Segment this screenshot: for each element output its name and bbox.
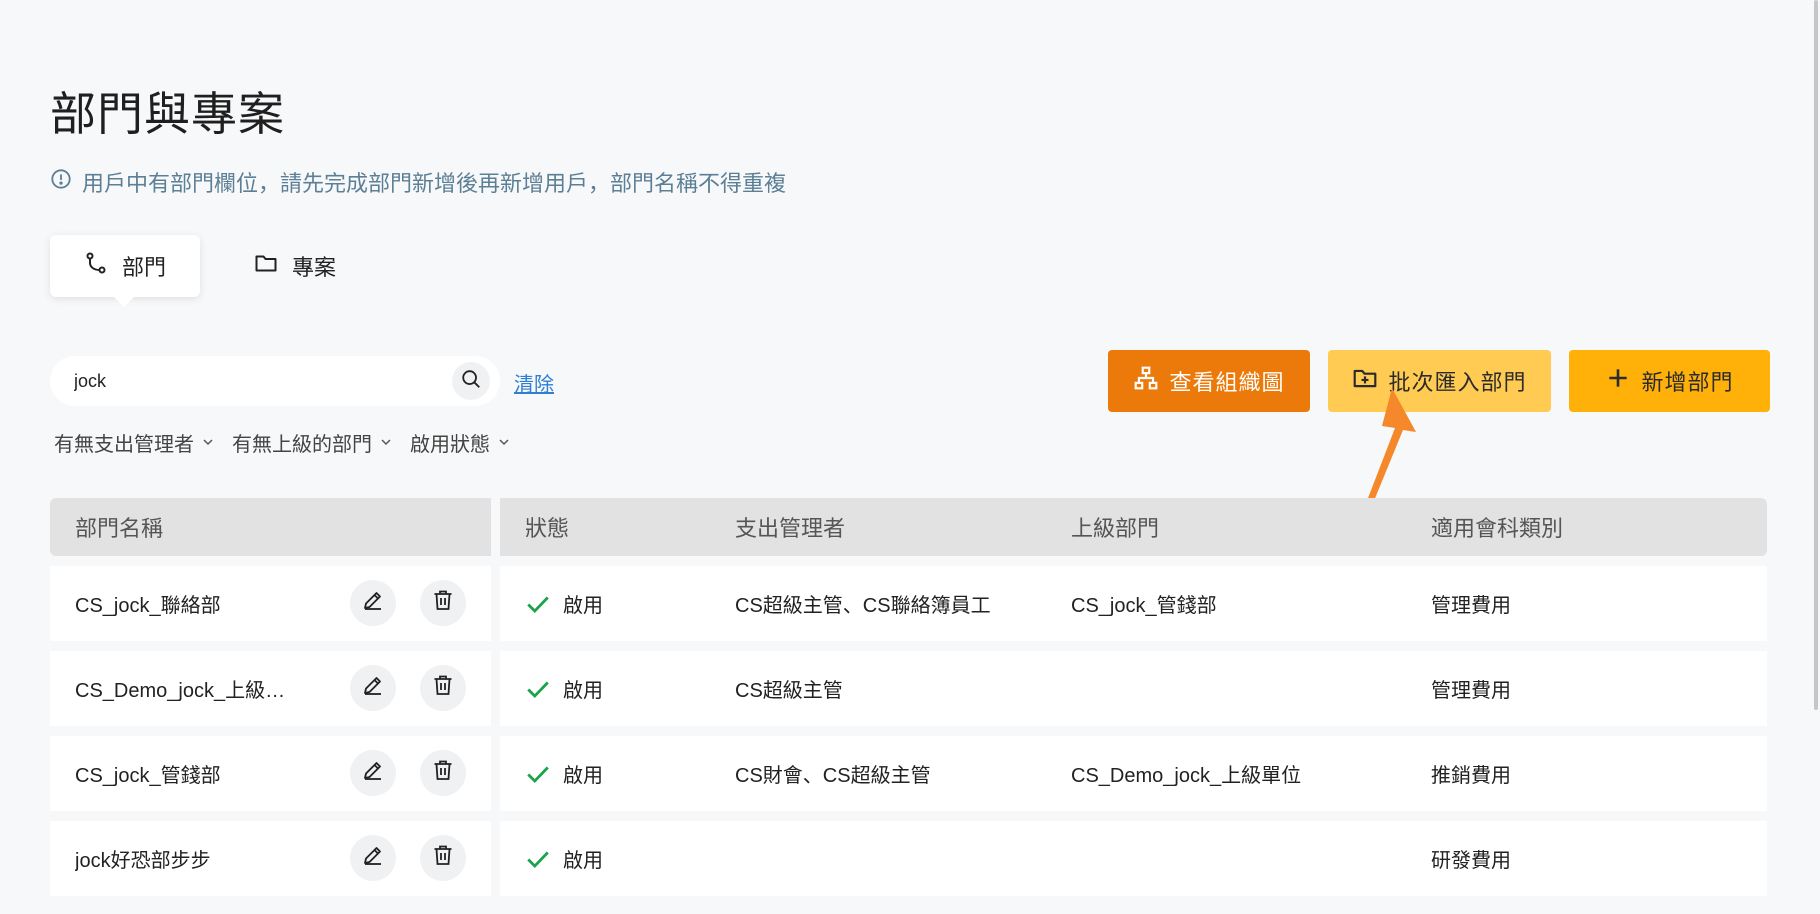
filter-label: 有無支出管理者: [54, 434, 194, 456]
filter-status[interactable]: 啟用狀態: [410, 428, 510, 457]
chevron-down-icon: [380, 431, 392, 454]
filter-parent-department[interactable]: 有無上級的部門: [232, 428, 392, 457]
departments-table: 部門名稱 狀態 支出管理者 上級部門 適用會科類別 CS_jock_聯絡部 啟用…: [50, 498, 1767, 906]
edit-button[interactable]: [350, 580, 396, 626]
search-button[interactable]: [452, 362, 490, 400]
department-project-page: 部門與專案 用戶中有部門欄位，請先完成部門新增後再新增用戶，部門名稱不得重複 部…: [50, 0, 1770, 914]
status-text: 啟用: [563, 680, 603, 702]
page-title: 部門與專案: [50, 88, 285, 140]
tab-label: 專案: [292, 255, 337, 280]
org-chart-icon: [1133, 365, 1159, 397]
status-text: 啟用: [563, 595, 603, 617]
pencil-icon: [361, 758, 385, 788]
row-name-cell: jock好恐部步步: [50, 821, 491, 896]
check-icon: [525, 846, 551, 872]
parent-cell: CS_jock_管錢部: [1071, 595, 1217, 617]
header-category: 適用會科類別: [1431, 516, 1564, 541]
parent-cell: CS_Demo_jock_上級單位: [1071, 765, 1302, 787]
edit-button[interactable]: [350, 665, 396, 711]
plus-icon: [1605, 365, 1631, 397]
pencil-icon: [361, 843, 385, 873]
scrollbar[interactable]: [1814, 0, 1818, 710]
filter-bar: 有無支出管理者 有無上級的部門 啟用狀態: [54, 428, 510, 457]
delete-button[interactable]: [420, 665, 466, 711]
check-icon: [525, 761, 551, 787]
notice-text: 用戶中有部門欄位，請先完成部門新增後再新增用戶，部門名稱不得重複: [82, 171, 787, 196]
department-name: CS_jock_管錢部: [75, 765, 221, 787]
header-manager: 支出管理者: [735, 516, 846, 541]
button-label: 新增部門: [1641, 370, 1734, 395]
manager-cell: CS超級主管、CS聯絡簿員工: [735, 595, 991, 617]
folder-icon: [254, 251, 278, 281]
filter-label: 有無上級的部門: [232, 434, 372, 456]
edit-button[interactable]: [350, 835, 396, 881]
filter-expense-manager[interactable]: 有無支出管理者: [54, 428, 214, 457]
trash-icon: [431, 843, 455, 873]
row-detail-cells: 啟用 研發費用: [500, 821, 1767, 896]
row-detail-cells: 啟用 CS超級主管、CS聯絡簿員工 CS_jock_管錢部 管理費用: [500, 566, 1767, 641]
manager-cell: CS財會、CS超級主管: [735, 765, 931, 787]
manager-cell: CS超級主管: [735, 680, 843, 702]
search-input[interactable]: [74, 370, 452, 392]
table-header: 部門名稱 狀態 支出管理者 上級部門 適用會科類別: [50, 498, 1767, 556]
tab-label: 部門: [122, 255, 167, 280]
info-icon: [50, 168, 72, 196]
header-parent: 上級部門: [1071, 516, 1160, 541]
category-cell: 管理費用: [1431, 680, 1511, 702]
clear-search-link[interactable]: 清除: [514, 368, 554, 397]
pencil-icon: [361, 673, 385, 703]
status-cell: 啟用: [500, 589, 735, 618]
notice-message: 用戶中有部門欄位，請先完成部門新增後再新增用戶，部門名稱不得重複: [50, 166, 786, 198]
search-icon: [460, 368, 482, 395]
row-name-cell: CS_Demo_jock_上級單...: [50, 651, 491, 726]
check-icon: [525, 591, 551, 617]
status-cell: 啟用: [500, 759, 735, 788]
delete-button[interactable]: [420, 750, 466, 796]
status-cell: 啟用: [500, 674, 735, 703]
status-cell: 啟用: [500, 844, 735, 873]
category-cell: 研發費用: [1431, 850, 1511, 872]
category-cell: 推銷費用: [1431, 765, 1511, 787]
delete-button[interactable]: [420, 835, 466, 881]
table-row: CS_jock_聯絡部 啟用 CS超級主管、CS聯絡簿員工 CS_jock_管錢…: [50, 566, 1767, 641]
filter-label: 啟用狀態: [410, 434, 490, 456]
pencil-icon: [361, 588, 385, 618]
department-name: jock好恐部步步: [75, 850, 211, 872]
row-name-cell: CS_jock_聯絡部: [50, 566, 491, 641]
delete-button[interactable]: [420, 580, 466, 626]
chevron-down-icon: [202, 431, 214, 454]
header-department-name: 部門名稱: [50, 498, 491, 556]
button-label: 查看組織圖: [1169, 370, 1285, 395]
check-icon: [525, 676, 551, 702]
chevron-down-icon: [498, 431, 510, 454]
table-row: CS_jock_管錢部 啟用 CS財會、CS超級主管 CS_Demo_jock_…: [50, 736, 1767, 811]
status-text: 啟用: [563, 765, 603, 787]
trash-icon: [431, 673, 455, 703]
row-detail-cells: 啟用 CS超級主管 管理費用: [500, 651, 1767, 726]
trash-icon: [431, 758, 455, 788]
tab-projects[interactable]: 專案: [220, 235, 370, 297]
search-box: [50, 356, 500, 406]
branch-icon: [84, 251, 108, 281]
category-cell: 管理費用: [1431, 595, 1511, 617]
tab-departments[interactable]: 部門: [50, 235, 201, 307]
add-department-button[interactable]: 新增部門: [1569, 350, 1770, 412]
department-name: CS_jock_聯絡部: [75, 595, 221, 617]
view-org-chart-button[interactable]: 查看組織圖: [1108, 350, 1310, 412]
table-row: jock好恐部步步 啟用 研發費用: [50, 821, 1767, 896]
department-name: CS_Demo_jock_上級單...: [75, 680, 300, 702]
row-name-cell: CS_jock_管錢部: [50, 736, 491, 811]
header-right: 狀態 支出管理者 上級部門 適用會科類別: [500, 498, 1767, 556]
header-status: 狀態: [525, 516, 570, 541]
row-detail-cells: 啟用 CS財會、CS超級主管 CS_Demo_jock_上級單位 推銷費用: [500, 736, 1767, 811]
trash-icon: [431, 588, 455, 618]
table-row: CS_Demo_jock_上級單... 啟用 CS超級主管 管理費用: [50, 651, 1767, 726]
tab-bar: 部門 專案: [50, 235, 370, 307]
edit-button[interactable]: [350, 750, 396, 796]
status-text: 啟用: [563, 850, 603, 872]
